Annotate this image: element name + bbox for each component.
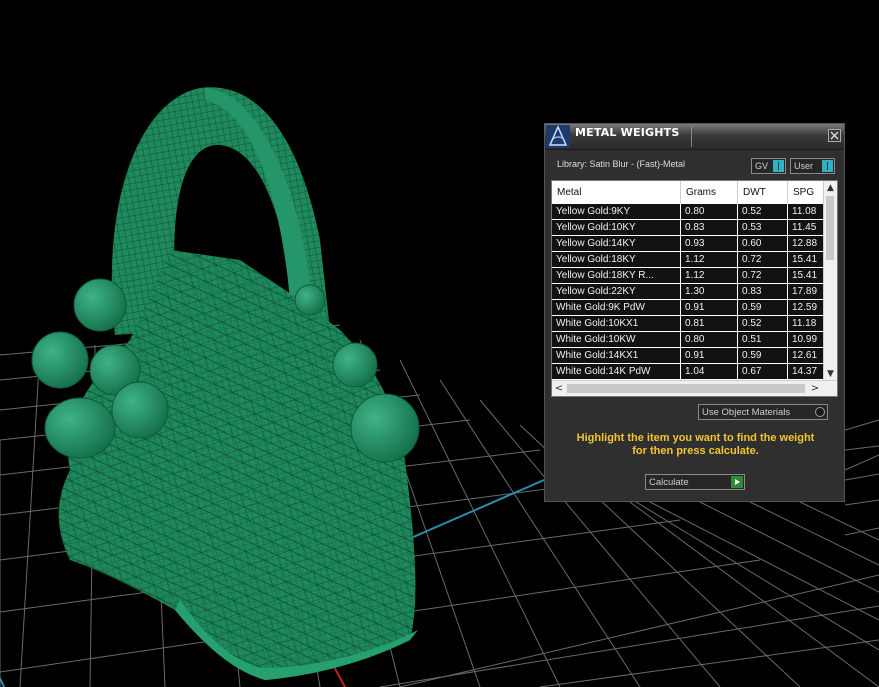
gv-toggle-label: GV — [755, 161, 769, 171]
cell-spg: 15.41 — [792, 254, 818, 265]
table-row[interactable]: Yellow Gold:14KY 0.93 0.60 12.88 — [552, 236, 824, 252]
cell-grams: 1.30 — [681, 284, 738, 299]
instruction-text: Highlight the item you want to find the … — [555, 432, 836, 458]
cell-dwt: 0.60 — [738, 236, 788, 251]
cell-dwt: 0.52 — [738, 204, 788, 219]
column-header-spg[interactable]: SPG — [788, 181, 828, 204]
vertical-scroll-thumb[interactable] — [826, 196, 834, 260]
cell-dwt: 0.51 — [738, 332, 788, 347]
cell-grams: 1.12 — [681, 268, 738, 283]
scroll-up-icon[interactable]: ▲ — [824, 181, 837, 195]
gv-toggle-knob — [773, 160, 784, 172]
cell-metal: White Gold:14K PdW — [552, 364, 681, 379]
cell-metal: White Gold:10KX1 — [552, 316, 681, 331]
cell-dwt: 0.59 — [738, 300, 788, 315]
table-row[interactable]: White Gold:14K PdW 1.04 0.67 14.37 — [552, 364, 824, 380]
cell-metal: Yellow Gold:14KY — [552, 236, 681, 251]
column-header-dwt[interactable]: DWT — [738, 181, 788, 204]
cell-metal: White Gold:10KW — [552, 332, 681, 347]
cell-spg: 11.08 — [792, 206, 817, 217]
scroll-left-icon[interactable]: < — [552, 381, 566, 396]
user-toggle-label: User — [794, 161, 814, 171]
cell-metal: Yellow Gold:9KY — [552, 204, 681, 219]
calculate-label: Calculate — [649, 477, 689, 488]
cell-spg: 17.89 — [792, 286, 818, 297]
cell-metal: Yellow Gold:10KY — [552, 220, 681, 235]
metal-weights-table[interactable]: Metal Grams DWT SPG Yellow Gold:9KY 0.80 0… — [551, 180, 838, 397]
cell-spg: 14.37 — [792, 366, 818, 377]
use-object-materials-label: Use Object Materials — [702, 407, 791, 418]
use-object-materials-radio[interactable] — [815, 407, 825, 417]
table-row[interactable]: Yellow Gold:18KY 1.12 0.72 15.41 — [552, 252, 824, 268]
calculate-button[interactable]: Calculate — [645, 474, 745, 490]
table-row[interactable]: White Gold:9K PdW 0.91 0.59 12.59 — [552, 300, 824, 316]
cell-grams: 0.93 — [681, 236, 738, 251]
cell-dwt: 0.52 — [738, 316, 788, 331]
app-logo-icon — [546, 125, 570, 148]
cell-dwt: 0.72 — [738, 268, 788, 283]
cell-dwt: 0.72 — [738, 252, 788, 267]
cell-spg: 11.45 — [792, 222, 817, 233]
cell-grams: 1.04 — [681, 364, 738, 379]
instruction-line-1: Highlight the item you want to find the … — [576, 432, 815, 444]
close-icon — [830, 131, 839, 140]
cell-dwt: 0.59 — [738, 348, 788, 363]
cell-metal: Yellow Gold:18KY — [552, 252, 681, 267]
gv-toggle[interactable]: GV — [751, 158, 786, 174]
column-header-metal[interactable]: Metal — [552, 181, 681, 204]
instruction-line-2: for then press calculate. — [632, 445, 759, 457]
table-row[interactable]: White Gold:10KX1 0.81 0.52 11.18 — [552, 316, 824, 332]
horizontal-scrollbar[interactable]: < > — [552, 380, 837, 396]
scroll-right-icon[interactable]: > — [808, 381, 822, 396]
cell-spg: 10.99 — [792, 334, 818, 345]
close-button[interactable] — [828, 129, 841, 142]
metal-weights-panel: METAL WEIGHTS Library: Satin Blur - (Fas… — [544, 123, 845, 502]
cell-grams: 0.91 — [681, 348, 738, 363]
vertical-scrollbar[interactable]: ▲ ▼ — [823, 181, 837, 381]
table-row[interactable]: Yellow Gold:22KY 1.30 0.83 17.89 — [552, 284, 824, 300]
cell-spg: 11.18 — [792, 318, 817, 329]
cell-grams: 0.80 — [681, 332, 738, 347]
play-icon — [731, 476, 743, 488]
table-row[interactable]: White Gold:10KW 0.80 0.51 10.99 — [552, 332, 824, 348]
cell-dwt: 0.53 — [738, 220, 788, 235]
table-row[interactable]: Yellow Gold:9KY 0.80 0.52 11.08 — [552, 204, 824, 220]
panel-titlebar[interactable]: METAL WEIGHTS — [545, 124, 844, 150]
cell-grams: 0.81 — [681, 316, 738, 331]
cell-dwt: 0.67 — [738, 364, 788, 379]
cell-spg: 12.61 — [792, 350, 818, 361]
use-object-materials-option[interactable]: Use Object Materials — [698, 404, 828, 420]
table-row[interactable]: Yellow Gold:18KY R... 1.12 0.72 15.41 — [552, 268, 824, 284]
cell-dwt: 0.83 — [738, 284, 788, 299]
user-toggle[interactable]: User — [790, 158, 835, 174]
horizontal-scroll-thumb[interactable] — [567, 384, 805, 393]
table-row[interactable]: Yellow Gold:10KY 0.83 0.53 11.45 — [552, 220, 824, 236]
cell-spg: 12.59 — [792, 302, 818, 313]
cell-metal: White Gold:9K PdW — [552, 300, 681, 315]
library-label: Library: Satin Blur - (Fast)-Metal — [557, 159, 686, 169]
user-toggle-knob — [822, 160, 833, 172]
cell-spg: 12.88 — [792, 238, 818, 249]
cell-spg: 15.41 — [792, 270, 818, 281]
cell-grams: 0.91 — [681, 300, 738, 315]
cell-grams: 1.12 — [681, 252, 738, 267]
scroll-down-icon[interactable]: ▼ — [824, 367, 837, 381]
table-header: Metal Grams DWT SPG — [552, 181, 824, 204]
column-header-grams[interactable]: Grams — [681, 181, 738, 204]
cell-metal: White Gold:14KX1 — [552, 348, 681, 363]
cell-grams: 0.83 — [681, 220, 738, 235]
title-divider — [691, 126, 692, 147]
panel-title: METAL WEIGHTS — [575, 126, 680, 139]
cell-metal: Yellow Gold:18KY R... — [552, 268, 681, 283]
cell-metal: Yellow Gold:22KY — [552, 284, 681, 299]
table-row[interactable]: White Gold:14KX1 0.91 0.59 12.61 — [552, 348, 824, 364]
cell-grams: 0.80 — [681, 204, 738, 219]
